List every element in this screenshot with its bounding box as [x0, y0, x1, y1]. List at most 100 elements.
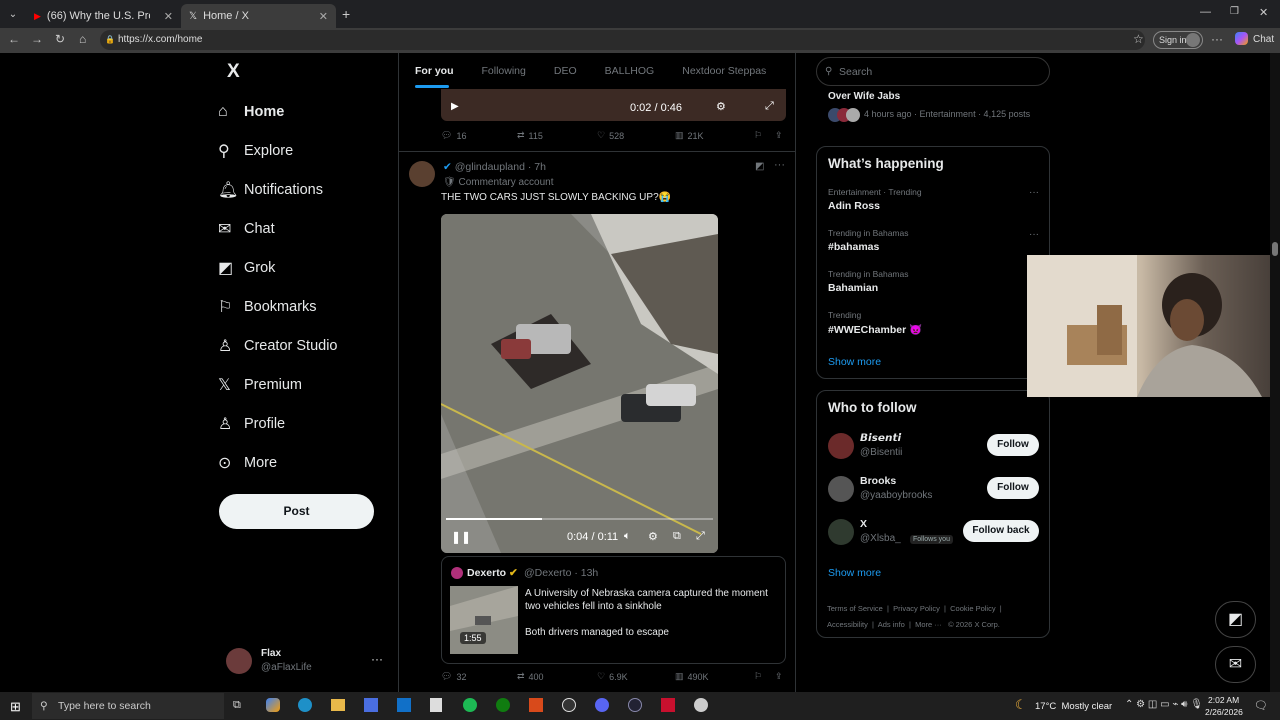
forward-icon[interactable]: →	[31, 32, 43, 46]
pip-icon[interactable]: ⧉	[673, 530, 681, 543]
chat-label[interactable]: Chat	[1253, 34, 1274, 45]
page-scrollbar[interactable]	[1270, 53, 1280, 692]
more-dots-icon[interactable]: ···	[371, 652, 383, 666]
settings-icon[interactable]: ⚙	[716, 100, 726, 113]
address-bar[interactable]: 🔒 https://x.com/home	[100, 30, 1145, 50]
app-icon[interactable]	[694, 698, 708, 712]
footer-link[interactable]: More ···	[915, 620, 942, 629]
close-icon[interactable]: ✕	[164, 10, 173, 23]
x-logo[interactable]: X	[227, 61, 240, 83]
clock-time[interactable]: 2:02 AM	[1208, 695, 1239, 705]
notepad-icon[interactable]	[430, 698, 442, 712]
signin-button[interactable]: Sign in	[1153, 31, 1203, 49]
reply-button[interactable]: 💬︎ 32	[441, 671, 466, 682]
views-button[interactable]: ▥ 490K	[675, 671, 709, 682]
grok-icon[interactable]: ◩	[755, 161, 764, 172]
post-video[interactable]: ❚❚ 0:04 / 0:11 🔈︎ ⚙ ⧉ ⤢	[441, 214, 718, 553]
obs-icon[interactable]	[562, 698, 576, 712]
weather-text[interactable]: 17°C Mostly clear	[1035, 701, 1112, 712]
more-dots-icon[interactable]: ···	[1029, 187, 1039, 198]
edge-app-icon[interactable]	[298, 698, 312, 712]
sidebar-item-profile[interactable]: ♙ Profile	[218, 404, 388, 443]
scrollbar-thumb[interactable]	[1272, 242, 1278, 256]
minimize-icon[interactable]: —	[1200, 6, 1211, 18]
trend-item[interactable]: Bahamian	[828, 282, 878, 294]
post-button[interactable]: Post	[219, 494, 374, 529]
tab-deo[interactable]: DEO	[554, 65, 577, 77]
follow-back-button[interactable]: Follow back	[963, 520, 1039, 542]
repost-button[interactable]: ⇄ 115	[517, 130, 543, 141]
store-icon[interactable]	[364, 698, 378, 712]
avatar[interactable]	[409, 161, 435, 187]
tab-nextdoor-steppas[interactable]: Nextdoor Steppas	[682, 65, 766, 77]
follow-name[interactable]: 𝘽𝙞𝙨𝙚𝙣𝙩𝙞	[860, 432, 901, 444]
follow-name[interactable]: X	[860, 518, 867, 530]
avatar[interactable]	[828, 476, 854, 502]
repost-button[interactable]: ⇄ 400	[517, 671, 544, 682]
sidebar-item-home[interactable]: ⌂ Home	[218, 92, 388, 131]
post-author[interactable]: ✔ @glindaupland · 7h	[443, 161, 546, 173]
app-icon[interactable]	[628, 698, 642, 712]
new-tab-icon[interactable]: +	[342, 6, 350, 22]
copilot-icon[interactable]	[1235, 32, 1248, 45]
bookmark-button[interactable]: ⚐	[754, 671, 762, 682]
spotify-icon[interactable]	[463, 698, 477, 712]
home-browser-icon[interactable]: ⌂	[79, 32, 86, 46]
sidebar-item-chat[interactable]: ✉ Chat	[218, 209, 388, 248]
like-button[interactable]: ♡ 6.9K	[597, 671, 628, 682]
footer-link[interactable]: Accessibility	[827, 620, 868, 629]
clock-date[interactable]: 2/26/2026	[1205, 707, 1243, 717]
sidebar-item-creator-studio[interactable]: ♙ Creator Studio	[218, 326, 388, 365]
tab-following[interactable]: Following	[482, 65, 526, 77]
show-more-link[interactable]: Show more	[828, 567, 881, 579]
footer-link[interactable]: Privacy Policy	[893, 604, 940, 613]
tab-for-you[interactable]: For you	[415, 65, 454, 77]
video-progress-track[interactable]	[446, 518, 713, 520]
avatar[interactable]	[828, 433, 854, 459]
sidebar-item-bookmarks[interactable]: ⚐ Bookmarks	[218, 287, 388, 326]
views-button[interactable]: ▥ 21K	[675, 130, 704, 141]
tab-home-x[interactable]: 𝕏 Home / X ✕	[181, 4, 336, 28]
share-icon[interactable]: ⇪	[775, 671, 783, 682]
volume-icon[interactable]: 🔈︎	[624, 530, 631, 543]
restore-icon[interactable]: ❐	[1230, 6, 1239, 17]
file-explorer-icon[interactable]	[331, 699, 345, 711]
tab-youtube[interactable]: ▶ (66) Why the U.S. President Is Alm ✕	[26, 4, 181, 28]
copilot-app-icon[interactable]	[266, 698, 280, 712]
fullscreen-icon[interactable]: ⤢	[765, 100, 774, 113]
task-view-icon[interactable]: ⧉	[233, 699, 241, 712]
search-input[interactable]: ⚲ Search	[816, 57, 1050, 86]
sidebar-item-premium[interactable]: 𝕏 Premium	[218, 365, 388, 404]
close-icon[interactable]: ✕	[319, 10, 328, 23]
app-icon[interactable]	[529, 698, 543, 712]
settings-icon[interactable]: ⚙	[648, 530, 658, 543]
more-dots-icon[interactable]: ···	[1029, 229, 1039, 240]
windows-start-icon[interactable]: ⊞	[10, 699, 21, 715]
share-icon[interactable]: ⇪	[775, 130, 783, 141]
play-icon[interactable]: ▶	[451, 101, 459, 112]
xbox-icon[interactable]	[496, 698, 510, 712]
pause-icon[interactable]: ❚❚	[451, 530, 471, 544]
tab-list-chevron-icon[interactable]: ⌄	[0, 9, 26, 20]
trend-item[interactable]: #bahamas	[828, 241, 879, 253]
app-icon[interactable]	[661, 698, 675, 712]
favorites-icon[interactable]: ☆	[1133, 32, 1144, 46]
previous-post-video[interactable]: ▶ ⚙ ⤢	[441, 89, 786, 121]
show-more-link[interactable]: Show more	[828, 356, 881, 368]
menu-dots-icon[interactable]: ···	[1211, 32, 1223, 46]
trend-item[interactable]: Adin Ross	[828, 200, 880, 212]
back-icon[interactable]: ←	[8, 32, 20, 46]
top-trend-name[interactable]: Over Wife Jabs	[828, 91, 900, 102]
sidebar-item-more[interactable]: ⊙ More	[218, 443, 388, 482]
sidebar-item-explore[interactable]: ⚲ Explore	[218, 131, 388, 170]
more-dots-icon[interactable]: ···	[774, 159, 785, 171]
sidebar-item-grok[interactable]: ◩ Grok	[218, 248, 388, 287]
reply-button[interactable]: 💬︎ 16	[441, 130, 466, 141]
footer-link[interactable]: Ads info	[878, 620, 905, 629]
follow-button[interactable]: Follow	[987, 477, 1039, 499]
taskbar-search-input[interactable]: ⚲ Type here to search	[32, 693, 224, 719]
like-button[interactable]: ♡ 528	[597, 130, 624, 141]
trend-item[interactable]: #WWEChamber 👿	[828, 323, 922, 336]
refresh-icon[interactable]: ↻	[55, 32, 65, 46]
footer-link[interactable]: Cookie Policy	[950, 604, 995, 613]
